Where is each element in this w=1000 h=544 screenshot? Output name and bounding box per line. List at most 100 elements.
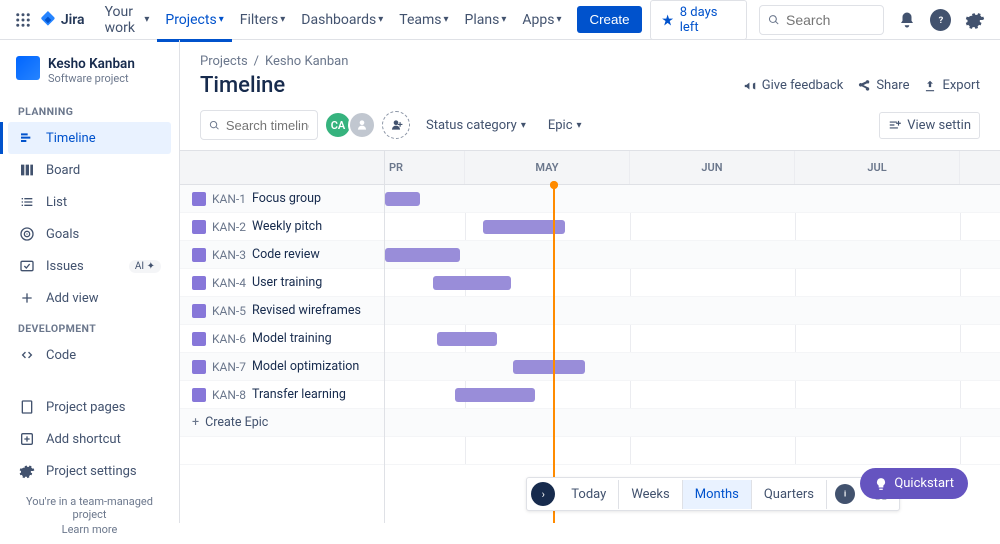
- quarters-button[interactable]: Quarters: [752, 480, 827, 509]
- sidebar-item-list[interactable]: List: [8, 186, 171, 218]
- breadcrumb-projects[interactable]: Projects: [200, 54, 248, 69]
- sidebar-item-board[interactable]: Board: [8, 154, 171, 186]
- epic-icon: [192, 220, 206, 234]
- planning-section-head: PLANNING: [8, 97, 171, 122]
- epic-bar[interactable]: [437, 332, 497, 346]
- export-button[interactable]: Export: [923, 78, 980, 93]
- chevron-down-icon: ▾: [378, 14, 383, 25]
- epic-bar[interactable]: [455, 388, 535, 402]
- jira-logo-icon: [39, 11, 57, 29]
- chevron-down-icon: ▾: [501, 14, 506, 25]
- gantt-row: [385, 241, 1000, 269]
- epic-row[interactable]: KAN-7Model optimization: [180, 353, 384, 381]
- list-icon: [18, 193, 36, 211]
- lightbulb-icon: [874, 477, 888, 491]
- avatar-unassigned[interactable]: [348, 111, 376, 139]
- epic-title: Transfer learning: [252, 387, 346, 402]
- month-header: PR: [385, 151, 465, 184]
- ai-badge: AI ✦: [129, 260, 161, 273]
- sidebar-item-add-shortcut[interactable]: Add shortcut: [8, 423, 171, 455]
- create-button[interactable]: Create: [577, 6, 641, 33]
- settings-icon: [18, 462, 36, 480]
- search-icon: [209, 119, 220, 132]
- project-type: Software project: [48, 72, 135, 85]
- month-header: JUN: [630, 151, 795, 184]
- breadcrumb-current[interactable]: Kesho Kanban: [265, 54, 348, 69]
- timeline-icon: [18, 129, 36, 147]
- epic-row[interactable]: KAN-6Model training: [180, 325, 384, 353]
- epic-row[interactable]: KAN-1Focus group: [180, 185, 384, 213]
- sidebar-item-timeline[interactable]: Timeline: [8, 122, 171, 154]
- give-feedback-button[interactable]: Give feedback: [743, 78, 844, 93]
- scroll-right-button[interactable]: ›: [531, 482, 555, 506]
- epic-row[interactable]: KAN-5Revised wireframes: [180, 297, 384, 325]
- epic-icon: [192, 192, 206, 206]
- notifications-icon[interactable]: [894, 6, 921, 34]
- app-switcher-icon[interactable]: [12, 8, 35, 32]
- legend-icon[interactable]: i: [835, 484, 855, 504]
- quickstart-button[interactable]: Quickstart: [860, 468, 968, 499]
- nav-apps[interactable]: Apps ▾: [514, 0, 569, 42]
- global-search[interactable]: [759, 5, 883, 35]
- help-icon[interactable]: ?: [930, 9, 951, 31]
- epic-icon: [192, 276, 206, 290]
- months-button[interactable]: Months: [683, 480, 752, 509]
- epic-filter[interactable]: Epic ▾: [542, 114, 588, 137]
- create-epic-row[interactable]: +Create Epic: [180, 409, 384, 437]
- month-header: JUL: [795, 151, 960, 184]
- sidebar-item-project-settings[interactable]: Project settings: [8, 455, 171, 487]
- epic-title: User training: [252, 275, 322, 290]
- nav-filters[interactable]: Filters ▾: [232, 0, 294, 42]
- sidebar-item-add-view[interactable]: Add view: [8, 282, 171, 314]
- global-search-input[interactable]: [786, 12, 875, 28]
- gantt-row: [385, 297, 1000, 325]
- pages-icon: [18, 398, 36, 416]
- goals-icon: [18, 225, 36, 243]
- epic-bar[interactable]: [385, 248, 460, 262]
- days-left-button[interactable]: 8 days left: [650, 0, 748, 40]
- epic-row[interactable]: KAN-3Code review: [180, 241, 384, 269]
- today-button[interactable]: Today: [559, 480, 619, 509]
- project-avatar: [16, 56, 40, 80]
- settings-icon[interactable]: [961, 6, 988, 34]
- epic-title: Model optimization: [252, 359, 359, 374]
- epic-icon: [192, 360, 206, 374]
- nav-plans[interactable]: Plans ▾: [457, 0, 515, 42]
- epic-bar[interactable]: [385, 192, 420, 206]
- breadcrumb: Projects / Kesho Kanban: [180, 40, 1000, 69]
- epic-bar[interactable]: [513, 360, 585, 374]
- plus-icon: [18, 289, 36, 307]
- epic-bar[interactable]: [433, 276, 511, 290]
- epic-key: KAN-3: [212, 248, 246, 262]
- weeks-button[interactable]: Weeks: [619, 480, 682, 509]
- timeline-search-input[interactable]: [226, 118, 309, 133]
- view-settings-button[interactable]: View settin: [879, 112, 980, 139]
- code-icon: [18, 346, 36, 364]
- epic-row[interactable]: KAN-4 User training: [180, 269, 384, 297]
- learn-more-link[interactable]: Learn more: [16, 523, 163, 536]
- jira-logo-text: Jira: [61, 12, 85, 28]
- sidebar-item-code[interactable]: Code: [8, 339, 171, 371]
- nav-teams[interactable]: Teams ▾: [391, 0, 456, 42]
- epic-row[interactable]: KAN-2Weekly pitch: [180, 213, 384, 241]
- jira-logo[interactable]: Jira: [39, 11, 85, 29]
- timeline-search[interactable]: [200, 110, 318, 140]
- sidebar-item-issues[interactable]: IssuesAI ✦: [8, 250, 171, 282]
- epic-key: KAN-4: [212, 276, 246, 290]
- add-people-icon[interactable]: [382, 111, 410, 139]
- development-section-head: DEVELOPMENT: [8, 314, 171, 339]
- plus-icon: +: [192, 415, 199, 430]
- month-header: MAY: [465, 151, 630, 184]
- epic-row[interactable]: KAN-8Transfer learning: [180, 381, 384, 409]
- status-category-filter[interactable]: Status category ▾: [420, 114, 532, 137]
- sidebar-item-label: Code: [46, 348, 76, 363]
- sidebar-footer-text: You're in a team-managed project: [16, 495, 163, 521]
- sidebar-item-goals[interactable]: Goals: [8, 218, 171, 250]
- share-button[interactable]: Share: [857, 78, 909, 93]
- search-icon: [768, 13, 780, 27]
- nav-dashboards[interactable]: Dashboards ▾: [293, 0, 391, 42]
- nav-your-work[interactable]: Your work ▾: [97, 0, 158, 42]
- nav-projects[interactable]: Projects ▾: [157, 0, 231, 42]
- sidebar-item-project-pages[interactable]: Project pages: [8, 391, 171, 423]
- sidebar-item-label: Add view: [46, 291, 99, 306]
